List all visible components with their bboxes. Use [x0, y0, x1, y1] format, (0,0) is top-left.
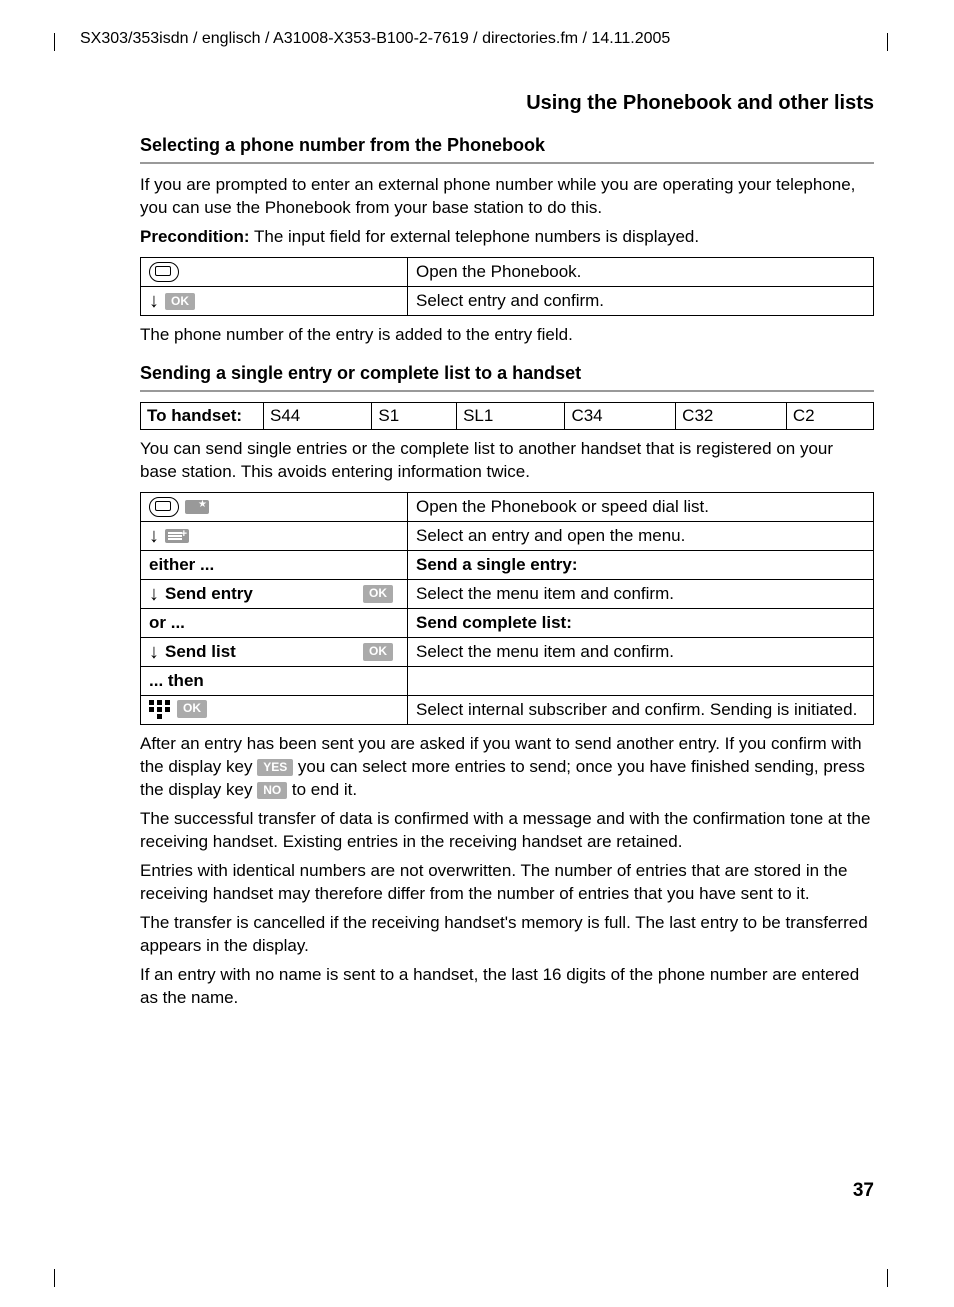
table-row: ↓ Select an entry and open the menu.: [141, 522, 874, 551]
description-cell: Select the menu item and confirm.: [408, 580, 874, 609]
phonebook-icon: [149, 497, 179, 517]
paragraph: The successful transfer of data is confi…: [140, 808, 874, 854]
paragraph: The transfer is cancelled if the receivi…: [140, 912, 874, 958]
speed-dial-icon: [185, 500, 209, 514]
arrow-down-icon: ↓: [149, 584, 159, 604]
arrow-down-icon: ↓: [149, 526, 159, 546]
section-title: Using the Phonebook and other lists: [80, 92, 874, 115]
handset-cell: C2: [786, 403, 873, 430]
divider: [140, 162, 874, 164]
divider: [140, 390, 874, 392]
handset-cell: SL1: [457, 403, 565, 430]
ok-key-icon: OK: [363, 643, 393, 661]
precondition-text: The input field for external telephone n…: [250, 227, 700, 246]
table-row: either ... Send a single entry:: [141, 551, 874, 580]
ok-key-icon: OK: [177, 700, 207, 718]
send-single-label: Send a single entry:: [408, 551, 874, 580]
handset-cell: C34: [565, 403, 676, 430]
paragraph: The phone number of the entry is added t…: [140, 324, 874, 347]
table-row: ↓ Send list OK Select the menu item and …: [141, 638, 874, 667]
yes-key-icon: YES: [257, 759, 293, 777]
subheading-selecting: Selecting a phone number from the Phoneb…: [140, 135, 874, 156]
precondition: Precondition: The input field for extern…: [140, 226, 874, 249]
crop-mark: [887, 33, 888, 51]
table-row: To handset: S44 S1 SL1 C34 C32 C2: [141, 403, 874, 430]
action-cell: [141, 257, 408, 287]
handset-cell: S1: [372, 403, 457, 430]
ok-key-icon: OK: [165, 293, 195, 311]
paragraph: After an entry has been sent you are ask…: [140, 733, 874, 802]
table-row: ↓ Send entry OK Select the menu item and…: [141, 580, 874, 609]
arrow-down-icon: ↓: [149, 291, 159, 311]
ok-key-icon: OK: [363, 585, 393, 603]
handset-cell: C32: [676, 403, 787, 430]
precondition-label: Precondition:: [140, 227, 250, 246]
procedure-table-1: Open the Phonebook. ↓ OK Select entry an…: [140, 257, 874, 317]
description-cell: Select entry and confirm.: [408, 287, 874, 316]
description-cell: Open the Phonebook.: [408, 257, 874, 287]
send-complete-label: Send complete list:: [408, 609, 874, 638]
menu-icon: [165, 529, 189, 543]
paragraph: Entries with identical numbers are not o…: [140, 860, 874, 906]
procedure-table-2: Open the Phonebook or speed dial list. ↓…: [140, 492, 874, 725]
action-cell: ↓ Send entry OK: [141, 580, 408, 609]
table-row: or ... Send complete list:: [141, 609, 874, 638]
table-row: OK Select internal subscriber and confir…: [141, 696, 874, 725]
action-cell: ↓: [141, 522, 408, 551]
handset-table: To handset: S44 S1 SL1 C34 C32 C2: [140, 402, 874, 430]
action-cell: ↓ OK: [141, 287, 408, 316]
description-cell: Open the Phonebook or speed dial list.: [408, 493, 874, 522]
description-cell: Select the menu item and confirm.: [408, 638, 874, 667]
paragraph: You can send single entries or the compl…: [140, 438, 874, 484]
action-cell: ↓ Send list OK: [141, 638, 408, 667]
action-cell: OK: [141, 696, 408, 725]
header-path: SX303/353isdn / englisch / A31008-X353-B…: [80, 28, 874, 48]
handset-cell: S44: [264, 403, 372, 430]
send-list-label: Send list: [165, 642, 236, 662]
phonebook-icon: [149, 262, 179, 282]
table-row: Open the Phonebook or speed dial list.: [141, 493, 874, 522]
send-entry-label: Send entry: [165, 584, 253, 604]
no-key-icon: NO: [257, 782, 287, 800]
crop-mark: [54, 33, 55, 51]
document-page: SX303/353isdn / englisch / A31008-X353-B…: [0, 0, 954, 1307]
subheading-sending: Sending a single entry or complete list …: [140, 363, 874, 384]
description-cell: Select internal subscriber and confirm. …: [408, 696, 874, 725]
then-label: ... then: [141, 667, 408, 696]
keypad-icon: [149, 700, 171, 718]
handset-label: To handset:: [141, 403, 264, 430]
table-row: Open the Phonebook.: [141, 257, 874, 287]
crop-mark: [54, 1269, 55, 1287]
page-number: 37: [853, 1180, 874, 1202]
page-content: Selecting a phone number from the Phoneb…: [140, 135, 874, 1009]
table-row: ↓ OK Select entry and confirm.: [141, 287, 874, 316]
crop-mark: [887, 1269, 888, 1287]
paragraph: If an entry with no name is sent to a ha…: [140, 964, 874, 1010]
paragraph: If you are prompted to enter an external…: [140, 174, 874, 220]
action-cell: [141, 493, 408, 522]
arrow-down-icon: ↓: [149, 642, 159, 662]
or-label: or ...: [141, 609, 408, 638]
either-label: either ...: [141, 551, 408, 580]
table-row: ... then: [141, 667, 874, 696]
text-fragment: to end it.: [287, 780, 357, 799]
empty-cell: [408, 667, 874, 696]
description-cell: Select an entry and open the menu.: [408, 522, 874, 551]
